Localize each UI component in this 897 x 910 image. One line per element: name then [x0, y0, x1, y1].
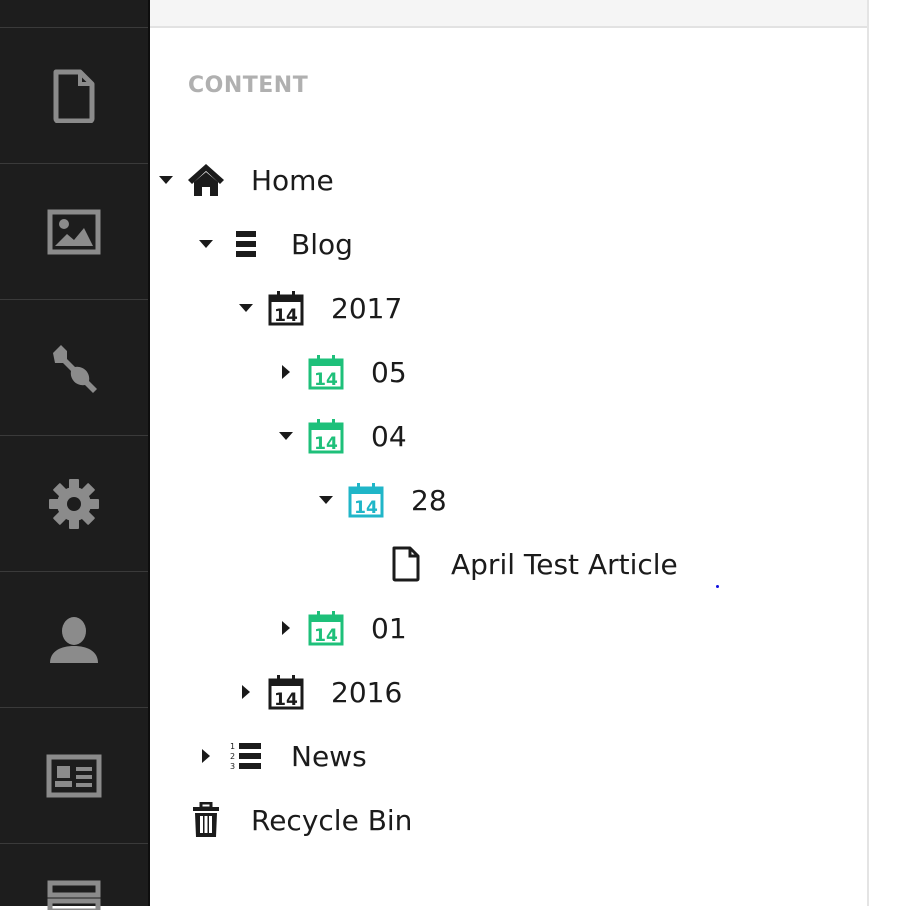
expand-caret[interactable]	[319, 494, 333, 506]
sidebar-item-members[interactable]	[0, 708, 148, 844]
tree-node-label: 04	[371, 419, 407, 453]
user-icon	[50, 616, 98, 663]
calendar-icon: 14	[267, 673, 305, 711]
section-title: CONTENT	[188, 73, 309, 98]
document-icon	[53, 69, 95, 123]
sidebar-item-settings[interactable]	[0, 300, 148, 436]
image-icon	[47, 209, 101, 254]
expand-caret[interactable]	[199, 238, 213, 250]
tree-node-28[interactable]: 14 28	[319, 468, 447, 532]
tree-node-label: Recycle Bin	[251, 803, 413, 837]
expand-caret[interactable]	[200, 749, 212, 763]
home-icon	[187, 161, 225, 199]
sidebar-item-users[interactable]	[0, 572, 148, 708]
tree-node-april-test-article[interactable]: April Test Article	[360, 532, 678, 596]
tree-node-05[interactable]: 14 05	[280, 340, 407, 404]
svg-text:14: 14	[354, 498, 378, 518]
expand-caret[interactable]	[240, 685, 252, 699]
svg-text:14: 14	[274, 306, 298, 326]
sidebar-item-forms[interactable]	[0, 844, 148, 910]
section-sidebar	[0, 0, 150, 910]
sidebar-top	[0, 0, 148, 28]
tree-node-recycle-bin[interactable]: Recycle Bin	[160, 788, 412, 852]
cursor-dot	[716, 585, 719, 588]
expand-caret[interactable]	[159, 174, 173, 186]
tree-node-label: News	[291, 739, 367, 773]
tree-node-label: 2017	[331, 291, 403, 325]
list-icon	[227, 225, 265, 263]
tree-node-2016[interactable]: 14 2016	[240, 660, 402, 724]
tree-node-01[interactable]: 14 01	[280, 596, 407, 660]
tree-node-2017[interactable]: 14 2017	[239, 276, 403, 340]
tree-node-label: Blog	[291, 227, 353, 261]
calendar-icon: 14	[347, 481, 385, 519]
svg-text:3: 3	[230, 762, 235, 771]
calendar-icon: 14	[307, 609, 345, 647]
expand-caret[interactable]	[239, 302, 253, 314]
document-icon	[387, 545, 425, 583]
svg-text:1: 1	[230, 742, 235, 751]
tree-node-label: April Test Article	[451, 547, 678, 581]
wrench-icon	[53, 344, 97, 393]
svg-text:2: 2	[230, 752, 235, 761]
svg-text:14: 14	[274, 690, 298, 710]
tree-node-label: Home	[251, 163, 334, 197]
tree-node-news[interactable]: 1 2 3 News	[200, 724, 367, 788]
svg-text:14: 14	[314, 434, 338, 454]
calendar-icon: 14	[307, 353, 345, 391]
editor-panel-edge	[867, 0, 897, 906]
expand-caret[interactable]	[280, 621, 292, 635]
gear-icon	[49, 478, 99, 529]
calendar-icon: 14	[267, 289, 305, 327]
expand-caret[interactable]	[280, 365, 292, 379]
id-card-icon	[46, 754, 102, 797]
tree-node-home[interactable]: Home	[159, 148, 334, 212]
tree-node-label: 28	[411, 483, 447, 517]
tree-node-label: 01	[371, 611, 407, 645]
top-bar	[150, 0, 897, 28]
sidebar-item-developer[interactable]	[0, 436, 148, 572]
svg-text:14: 14	[314, 626, 338, 646]
sidebar-item-media[interactable]	[0, 164, 148, 300]
tree-node-04[interactable]: 14 04	[279, 404, 407, 468]
sidebar-item-content[interactable]	[0, 28, 148, 164]
tree-node-blog[interactable]: Blog	[199, 212, 353, 276]
trash-icon	[187, 801, 225, 839]
tree-node-label: 2016	[331, 675, 403, 709]
expand-caret[interactable]	[279, 430, 293, 442]
calendar-icon: 14	[307, 417, 345, 455]
numbered-list-icon: 1 2 3	[227, 737, 265, 775]
svg-text:14: 14	[314, 370, 338, 390]
tree-node-label: 05	[371, 355, 407, 389]
